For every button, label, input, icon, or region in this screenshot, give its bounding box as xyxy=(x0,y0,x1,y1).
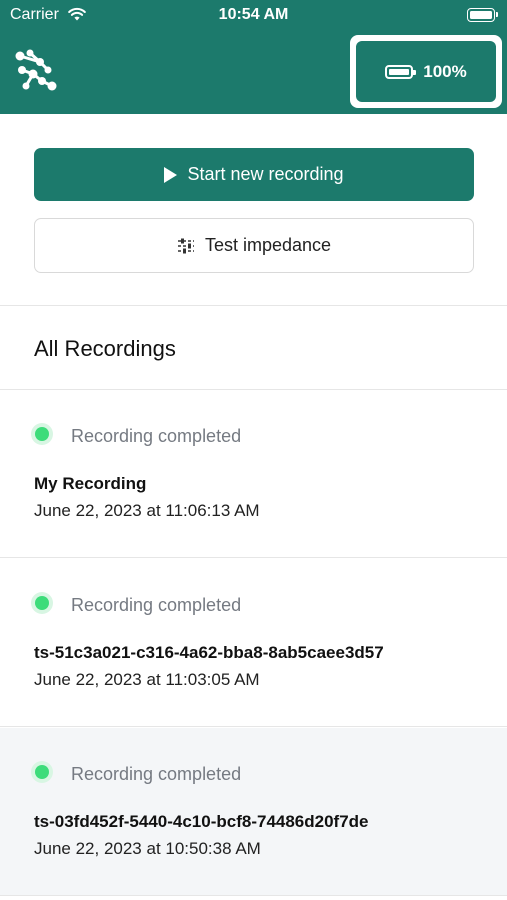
recording-item[interactable]: Recording completed ts-03fd452f-5440-4c1… xyxy=(0,728,507,896)
recording-name: My Recording xyxy=(34,474,147,493)
start-recording-label: Start new recording xyxy=(187,164,344,184)
sliders-icon xyxy=(177,238,194,253)
recording-status: Recording completed xyxy=(71,595,242,615)
system-battery-icon xyxy=(467,8,498,22)
app-logo-icon xyxy=(15,49,57,91)
play-icon xyxy=(164,166,178,183)
recording-name: ts-03fd452f-5440-4c10-bcf8-74486d20f7de xyxy=(34,812,369,831)
battery-indicator[interactable]: 100% xyxy=(350,35,502,108)
recording-date: June 22, 2023 at 11:03:05 AM xyxy=(34,670,260,689)
status-dot-icon xyxy=(35,427,49,441)
status-dot-icon xyxy=(35,596,49,610)
recording-item[interactable]: Recording completed My Recording June 22… xyxy=(0,390,507,558)
clock: 10:54 AM xyxy=(218,6,289,23)
recording-date: June 22, 2023 at 11:06:13 AM xyxy=(34,501,260,520)
start-recording-button[interactable]: Start new recording xyxy=(34,148,474,201)
section-title: All Recordings xyxy=(34,336,176,361)
recording-name: ts-51c3a021-c316-4a62-bba8-8ab5caee3d57 xyxy=(34,643,384,662)
battery-percentage: 100% xyxy=(423,61,467,81)
recording-status: Recording completed xyxy=(71,764,242,784)
status-dot-icon xyxy=(35,765,49,779)
test-impedance-button[interactable]: Test impedance xyxy=(34,218,474,273)
recording-date: June 22, 2023 at 10:50:38 AM xyxy=(34,839,261,858)
app-header: 100% xyxy=(0,32,507,114)
battery-icon xyxy=(385,64,417,79)
battery-button[interactable]: 100% xyxy=(356,41,496,102)
test-impedance-label: Test impedance xyxy=(204,235,332,255)
recording-item[interactable]: Recording completed ts-51c3a021-c316-4a6… xyxy=(0,559,507,727)
status-bar: Carrier 10:54 AM xyxy=(0,0,507,32)
recording-status: Recording completed xyxy=(71,426,242,446)
actions-panel: Start new recording Test impedance xyxy=(0,114,507,306)
